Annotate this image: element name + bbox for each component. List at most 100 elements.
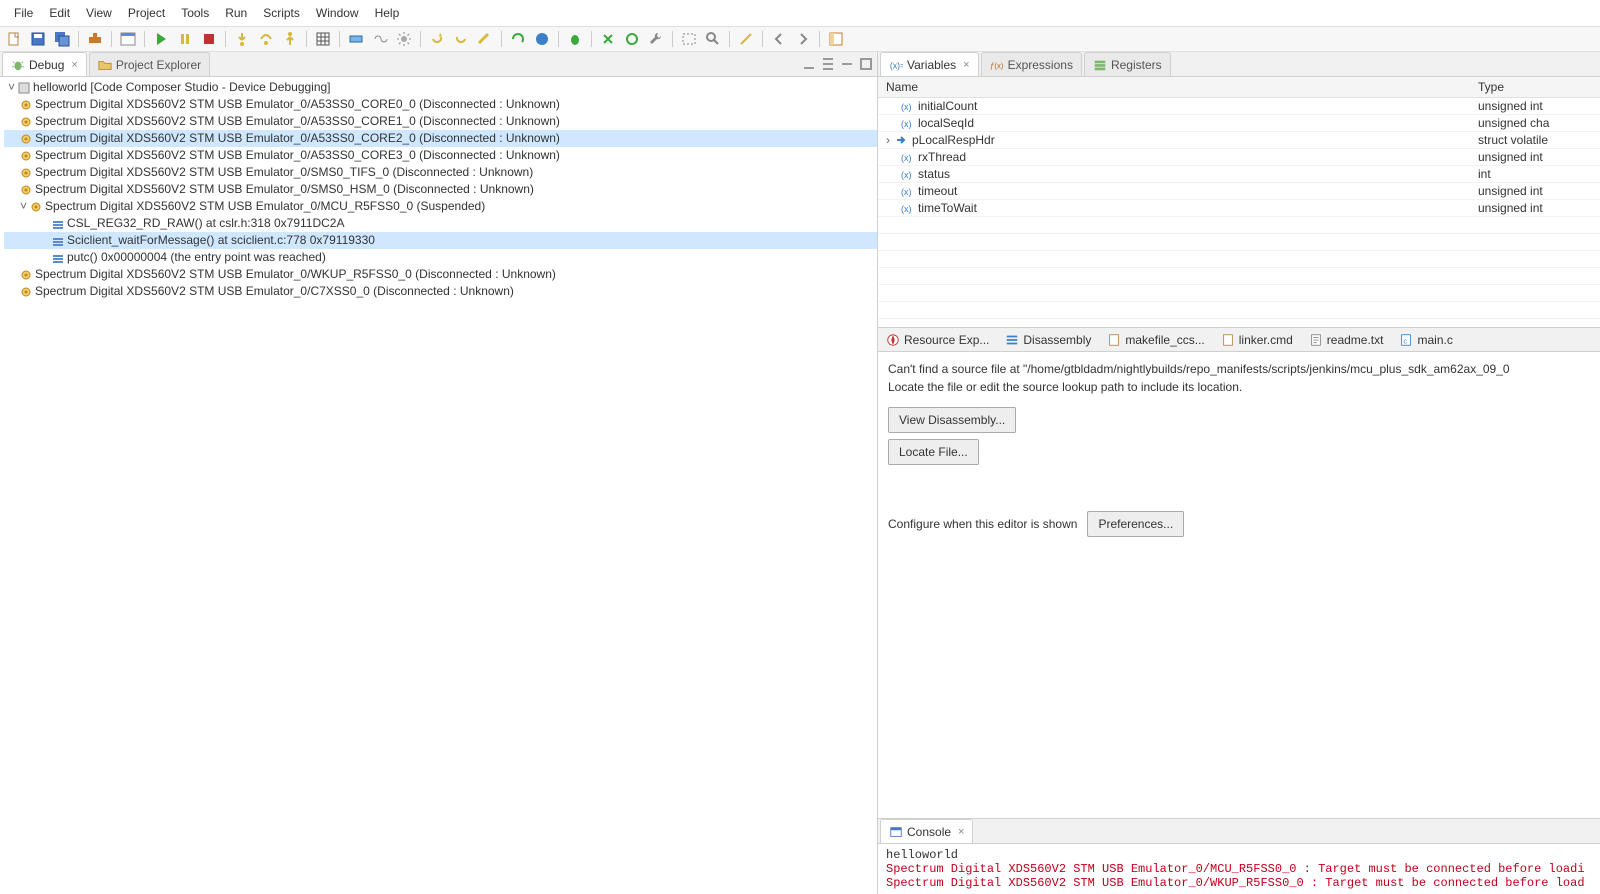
tree-core[interactable]: Spectrum Digital XDS560V2 STM USB Emulat… [4,181,877,198]
tab-resource-explorer[interactable]: Resource Exp... [878,330,997,350]
build-icon[interactable] [87,31,103,47]
svg-text:(x): (x) [901,102,912,112]
step-into-icon[interactable] [234,31,250,47]
new-icon[interactable] [6,31,22,47]
gear-icon[interactable] [396,31,412,47]
preferences-button[interactable]: Preferences... [1087,511,1184,537]
svg-text:(x): (x) [901,153,912,163]
tab-label: makefile_ccs... [1125,333,1204,347]
minimize-icon[interactable] [801,56,817,72]
tab-linker[interactable]: linker.cmd [1213,330,1301,350]
select-icon[interactable] [681,31,697,47]
variable-row[interactable]: (x)localSeqIdunsigned cha [878,115,1600,132]
tab-console[interactable]: Console × [880,819,973,843]
close-icon[interactable]: × [71,59,77,71]
refresh-icon[interactable] [510,31,526,47]
menu-run[interactable]: Run [217,3,255,23]
link-icon[interactable] [372,31,388,47]
target-icon [20,133,32,145]
stack-frame[interactable]: CSL_REG32_RD_RAW() at cslr.h:318 0x7911D… [4,215,877,232]
tree-core[interactable]: Spectrum Digital XDS560V2 STM USB Emulat… [4,164,877,181]
tab-expressions[interactable]: ƒ(x) Expressions [981,52,1082,76]
locate-file-button[interactable]: Locate File... [888,439,979,465]
stack-frame[interactable]: putc() 0x00000004 (the entry point was r… [4,249,877,266]
globe-icon[interactable] [534,31,550,47]
variable-row[interactable]: (x)timeoutunsigned int [878,183,1600,200]
debug-tree[interactable]: ˅ helloworld [Code Composer Studio - Dev… [0,77,877,894]
save-all-icon[interactable] [54,31,70,47]
terminate-icon[interactable] [201,31,217,47]
stack-frame[interactable]: Sciclient_waitForMessage() at sciclient.… [4,232,877,249]
menu-file[interactable]: File [6,3,41,23]
menu-window[interactable]: Window [308,3,367,23]
col-type[interactable]: Type [1470,77,1600,98]
window-icon[interactable] [120,31,136,47]
perspective-icon[interactable] [828,31,844,47]
save-icon[interactable] [30,31,46,47]
menu-view[interactable]: View [78,3,120,23]
console-body[interactable]: helloworld Spectrum Digital XDS560V2 STM… [878,844,1600,894]
source-not-found-editor: Can't find a source file at "/home/gtbld… [878,352,1600,818]
refresh3-icon[interactable] [624,31,640,47]
tab-debug-label: Debug [29,58,64,72]
tab-variables[interactable]: (x)= Variables × [880,52,979,76]
menu-help[interactable]: Help [367,3,408,23]
tab-debug[interactable]: Debug × [2,52,87,76]
restart2-icon[interactable] [453,31,469,47]
target-icon [20,269,32,281]
tab-disassembly[interactable]: Disassembly [997,330,1099,350]
tree-core[interactable]: Spectrum Digital XDS560V2 STM USB Emulat… [4,147,877,164]
bug-icon[interactable] [567,31,583,47]
tree-root[interactable]: ˅ helloworld [Code Composer Studio - Dev… [4,79,877,96]
tab-readme[interactable]: readme.txt [1301,330,1392,350]
wrench-icon[interactable] [648,31,664,47]
variables-table[interactable]: Name Type (x)initialCountunsigned int(x)… [878,77,1600,319]
tree-core[interactable]: Spectrum Digital XDS560V2 STM USB Emulat… [4,113,877,130]
variable-row[interactable]: ›pLocalRespHdrstruct volatile [878,132,1600,149]
variable-row[interactable]: (x)statusint [878,166,1600,183]
brush-icon[interactable] [477,31,493,47]
min2-icon[interactable] [839,56,855,72]
svg-text:ƒ(x): ƒ(x) [990,61,1004,70]
twistie-icon[interactable]: › [886,133,890,147]
menu-scripts[interactable]: Scripts [255,3,308,23]
twistie-icon[interactable]: ˅ [8,79,15,96]
tab-main-c[interactable]: c main.c [1391,330,1460,350]
tab-project-explorer[interactable]: Project Explorer [89,52,210,76]
restart-icon[interactable] [429,31,445,47]
resume-icon[interactable] [153,31,169,47]
tree-core[interactable]: Spectrum Digital XDS560V2 STM USB Emulat… [4,96,877,113]
wand-icon[interactable] [738,31,754,47]
menu-project[interactable]: Project [120,3,173,23]
variable-row[interactable]: (x)timeToWaitunsigned int [878,200,1600,217]
disasm-icon [1005,333,1019,347]
variable-row[interactable]: (x)rxThreadunsigned int [878,149,1600,166]
tab-makefile[interactable]: makefile_ccs... [1099,330,1212,350]
maximize-icon[interactable] [858,56,874,72]
menu-edit[interactable]: Edit [41,3,78,23]
col-name[interactable]: Name [878,77,1470,98]
twistie-icon[interactable]: ˅ [20,198,27,215]
back-icon[interactable] [771,31,787,47]
tree-core[interactable]: Spectrum Digital XDS560V2 STM USB Emulat… [4,130,877,147]
forward-icon[interactable] [795,31,811,47]
step-return-icon[interactable] [282,31,298,47]
menu-tools[interactable]: Tools [173,3,217,23]
step-over-icon[interactable] [258,31,274,47]
close-icon[interactable]: × [958,826,964,838]
suspend-icon[interactable] [177,31,193,47]
target-icon [20,150,32,162]
tab-registers[interactable]: Registers [1084,52,1171,76]
grid-icon[interactable] [315,31,331,47]
search-icon[interactable] [705,31,721,47]
connect-icon[interactable] [348,31,364,47]
variable-row[interactable]: (x)initialCountunsigned int [878,98,1600,115]
close-icon[interactable]: × [963,59,969,71]
view-menu-icon[interactable] [820,56,836,72]
view-disassembly-button[interactable]: View Disassembly... [888,407,1016,433]
refresh2-icon[interactable] [600,31,616,47]
tree-core[interactable]: Spectrum Digital XDS560V2 STM USB Emulat… [4,266,877,283]
console-title: helloworld [886,848,1592,862]
tree-suspended-core[interactable]: ˅ Spectrum Digital XDS560V2 STM USB Emul… [4,198,877,215]
tree-core[interactable]: Spectrum Digital XDS560V2 STM USB Emulat… [4,283,877,300]
